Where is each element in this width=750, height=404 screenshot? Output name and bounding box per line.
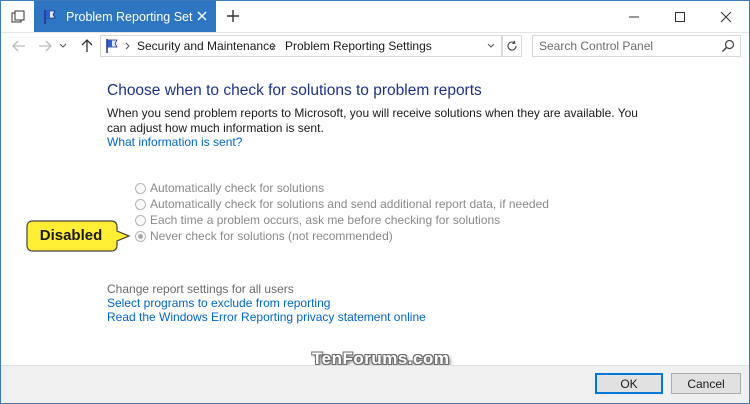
what-information-link[interactable]: What information is sent?: [107, 135, 242, 149]
breadcrumb-separator-icon[interactable]: [269, 39, 279, 53]
close-tab-icon[interactable]: [194, 8, 210, 24]
radio-auto-check-send-data[interactable]: [135, 198, 146, 210]
tab-title: Problem Reporting Set: [66, 9, 193, 24]
flag-icon: [42, 9, 58, 25]
forward-button[interactable]: [35, 36, 55, 56]
disabled-callout: Disabled: [25, 220, 131, 252]
breadcrumb-separator-icon[interactable]: [123, 39, 133, 53]
plus-icon: [227, 10, 239, 22]
radio-never-check[interactable]: [135, 230, 146, 242]
option-label: Never check for solutions (not recommend…: [150, 229, 393, 243]
refresh-icon: [507, 40, 517, 51]
option-auto-check-send-data[interactable]: Automatically check for solutions and se…: [135, 196, 549, 212]
privacy-statement-link[interactable]: Read the Windows Error Reporting privacy…: [107, 310, 426, 324]
chevron-down-icon: [59, 43, 67, 48]
dialog-footer: OK Cancel: [1, 365, 749, 403]
title-bar: Problem Reporting Set: [1, 1, 749, 33]
maximize-icon: [675, 11, 685, 22]
option-ask-me[interactable]: Each time a problem occurs, ask me befor…: [135, 212, 500, 228]
option-label: Each time a problem occurs, ask me befor…: [150, 213, 501, 227]
page-description: When you send problem reports to Microso…: [107, 106, 638, 135]
option-label: Automatically check for solutions and se…: [150, 197, 549, 211]
address-bar[interactable]: Security and Maintenance Problem Reporti…: [100, 35, 502, 57]
back-button[interactable]: [9, 36, 29, 56]
arrow-left-icon: [12, 40, 25, 52]
navigation-bar: Security and Maintenance Problem Reporti…: [1, 33, 749, 59]
up-button[interactable]: [77, 36, 97, 56]
search-icon[interactable]: [721, 39, 735, 53]
cancel-button[interactable]: Cancel: [671, 373, 741, 394]
ok-button[interactable]: OK: [595, 373, 663, 394]
breadcrumb-problem-reporting[interactable]: Problem Reporting Settings: [285, 39, 432, 53]
new-tab-button[interactable]: [223, 6, 243, 26]
maximize-button[interactable]: [657, 1, 703, 32]
option-auto-check[interactable]: Automatically check for solutions: [135, 180, 324, 196]
minimize-icon: [629, 16, 639, 17]
refresh-button[interactable]: [502, 35, 522, 57]
change-settings-all-users: Change report settings for all users: [107, 282, 294, 296]
close-button[interactable]: [703, 1, 749, 32]
search-input[interactable]: [533, 36, 719, 56]
search-box: [532, 35, 741, 57]
option-never-check[interactable]: Never check for solutions (not recommend…: [135, 228, 393, 244]
arrow-right-icon: [39, 40, 52, 52]
tab-problem-reporting[interactable]: Problem Reporting Set: [34, 1, 216, 32]
arrow-up-icon: [81, 39, 93, 52]
flag-icon: [104, 38, 120, 54]
settings-content: Choose when to check for solutions to pr…: [1, 60, 749, 368]
page-title: Choose when to check for solutions to pr…: [107, 82, 482, 99]
address-history-dropdown[interactable]: [485, 39, 497, 53]
chevron-down-icon: [487, 43, 495, 48]
option-label: Automatically check for solutions: [150, 181, 325, 195]
minimize-button[interactable]: [611, 1, 657, 32]
window-tabs-icon[interactable]: [5, 4, 31, 30]
recent-locations-button[interactable]: [56, 36, 70, 56]
radio-auto-check[interactable]: [135, 182, 146, 194]
problem-reporting-window: Problem Reporting Set Security and Maint…: [0, 0, 750, 404]
exclude-programs-link[interactable]: Select programs to exclude from reportin…: [107, 296, 330, 310]
close-icon: [720, 11, 732, 22]
breadcrumb-security-maintenance[interactable]: Security and Maintenance: [137, 39, 276, 53]
radio-ask-me[interactable]: [135, 214, 146, 226]
callout-text: Disabled: [39, 226, 103, 244]
